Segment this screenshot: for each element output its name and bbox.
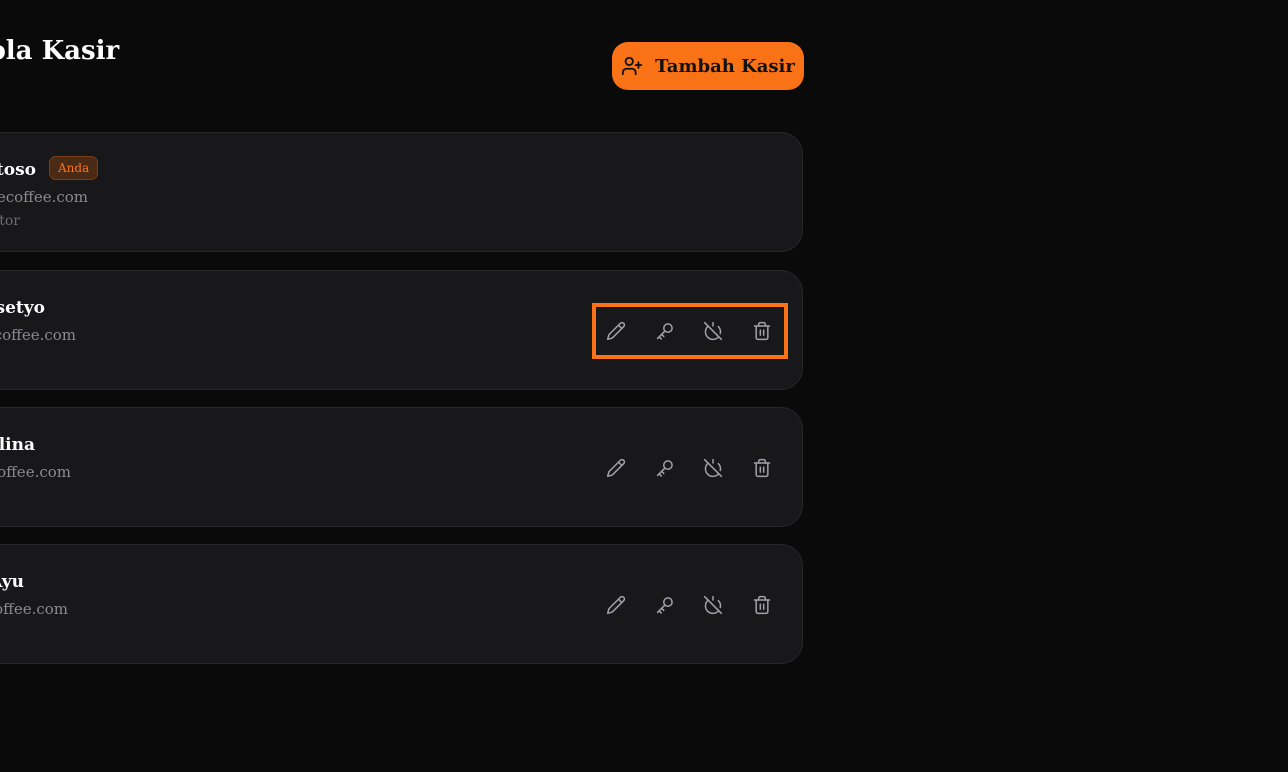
user-management-screen: Kelola Kasir Tambah Kasir Budi Santoso A… [0, 0, 1288, 772]
deactivate-button[interactable] [693, 311, 733, 351]
key-icon [655, 595, 675, 615]
power-off-icon [703, 458, 723, 478]
pencil-icon [606, 595, 626, 615]
user-email: dewi@creativecoffee.com [0, 600, 68, 618]
user-card: Andi Prasetyo andi@creativecoffee.com [0, 270, 803, 390]
trash-icon [752, 595, 772, 615]
user-name: Andi Prasetyo [0, 298, 45, 318]
trash-icon [752, 321, 772, 341]
delete-button[interactable] [742, 311, 782, 351]
user-actions [592, 577, 788, 633]
you-badge: Anda [49, 156, 99, 180]
pencil-icon [606, 321, 626, 341]
key-icon [655, 321, 675, 341]
user-actions [592, 440, 788, 496]
user-name: Dewi Ayu [0, 572, 24, 592]
power-off-icon [703, 595, 723, 615]
deactivate-button[interactable] [693, 585, 733, 625]
reset-password-button[interactable] [645, 585, 685, 625]
user-name: Budi Santoso [0, 160, 36, 180]
power-off-icon [703, 321, 723, 341]
user-card: Dewi Ayu dewi@creativecoffee.com [0, 544, 803, 664]
user-actions [592, 303, 788, 359]
user-role: Administrator [0, 213, 20, 229]
delete-button[interactable] [742, 585, 782, 625]
user-email: admin@creativecoffee.com [0, 188, 88, 206]
add-cashier-button[interactable]: Tambah Kasir [612, 42, 804, 90]
trash-icon [752, 458, 772, 478]
edit-button[interactable] [596, 448, 636, 488]
reset-password-button[interactable] [645, 311, 685, 351]
deactivate-button[interactable] [693, 448, 733, 488]
user-email: sari@creativecoffee.com [0, 463, 71, 481]
delete-button[interactable] [742, 448, 782, 488]
add-cashier-label: Tambah Kasir [655, 55, 795, 77]
user-card: Sari Merlina sari@creativecoffee.com [0, 407, 803, 527]
key-icon [655, 458, 675, 478]
edit-button[interactable] [596, 585, 636, 625]
edit-button[interactable] [596, 311, 636, 351]
reset-password-button[interactable] [645, 448, 685, 488]
user-email: andi@creativecoffee.com [0, 326, 76, 344]
page-title: Kelola Kasir [0, 36, 120, 66]
pencil-icon [606, 458, 626, 478]
user-name: Sari Merlina [0, 435, 35, 455]
user-plus-icon [621, 55, 643, 77]
user-card: Budi Santoso Anda admin@creativecoffee.c… [0, 132, 803, 252]
